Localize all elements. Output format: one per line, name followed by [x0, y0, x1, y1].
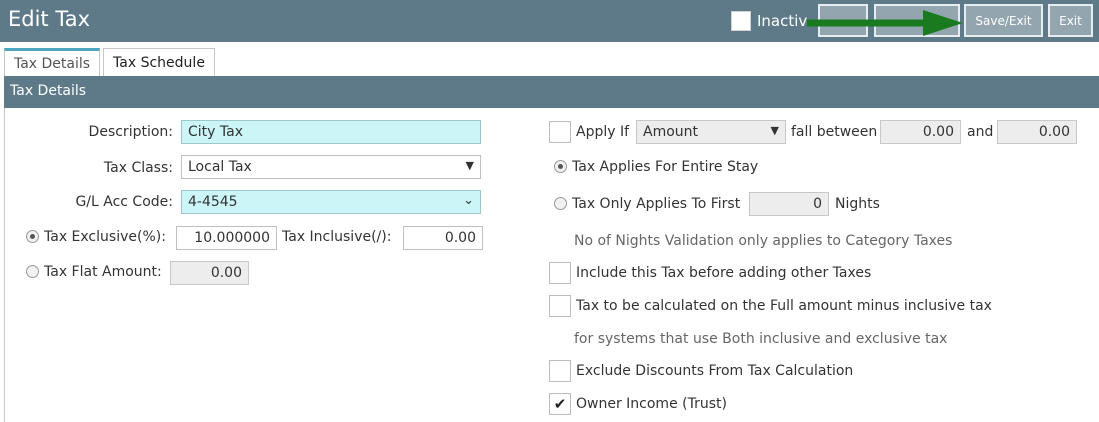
- caret-down-icon: ▼: [465, 159, 474, 172]
- tax-exclusive-input[interactable]: 10.000000: [176, 226, 277, 250]
- description-label: Description:: [88, 124, 173, 140]
- tax-class-label: Tax Class:: [103, 160, 173, 176]
- from-amount-input[interactable]: 0.00: [880, 120, 961, 144]
- full-amount-note: for systems that use Both inclusive and …: [574, 331, 948, 347]
- inactive-checkbox[interactable]: [731, 11, 751, 31]
- apply-if-select-value: Amount: [643, 124, 699, 140]
- tax-class-select[interactable]: Local Tax ▼: [181, 155, 481, 179]
- exit-button[interactable]: Exit: [1048, 4, 1093, 37]
- tax-exclusive-label: Tax Exclusive(%):: [44, 229, 166, 245]
- first-nights-label: Tax Only Applies To First: [572, 196, 741, 212]
- owner-income-checkbox[interactable]: ✔: [549, 393, 571, 415]
- title-bar: Edit Tax Inactiv Save/Exit Exit: [0, 0, 1099, 42]
- first-nights-input[interactable]: 0: [749, 192, 829, 216]
- toolbar-button-1[interactable]: [818, 4, 868, 37]
- first-nights-radio[interactable]: [554, 197, 567, 210]
- full-amount-checkbox[interactable]: [549, 295, 571, 317]
- entire-stay-label: Tax Applies For Entire Stay: [572, 159, 759, 175]
- apply-if-select[interactable]: Amount ▼: [636, 120, 786, 144]
- tax-inclusive-label: Tax Inclusive(/):: [282, 229, 392, 245]
- include-before-checkbox[interactable]: [549, 262, 571, 284]
- apply-if-label: Apply If: [576, 124, 630, 140]
- caret-down-icon: ▼: [770, 124, 779, 137]
- exclude-discounts-label: Exclude Discounts From Tax Calculation: [576, 363, 854, 379]
- section-header: Tax Details: [4, 76, 1099, 108]
- toolbar-button-2[interactable]: [874, 4, 960, 37]
- tax-class-value: Local Tax: [188, 159, 252, 175]
- gl-acc-code-label: G/L Acc Code:: [75, 194, 173, 210]
- tax-flat-amount-input[interactable]: 0.00: [170, 261, 249, 285]
- save-exit-button[interactable]: Save/Exit: [964, 4, 1043, 37]
- fall-between-label: fall between: [791, 124, 878, 140]
- exclude-discounts-checkbox[interactable]: [549, 360, 571, 382]
- nights-validation-note: No of Nights Validation only applies to …: [574, 233, 953, 249]
- tab-strip: Tax Details Tax Schedule: [0, 42, 1099, 76]
- and-label: and: [967, 124, 994, 140]
- chevron-down-icon: ⌄: [463, 193, 474, 208]
- gl-acc-code-value: 4-4545: [188, 194, 238, 210]
- to-amount-input[interactable]: 0.00: [997, 120, 1077, 144]
- tax-exclusive-radio[interactable]: [26, 230, 39, 243]
- tax-inclusive-input[interactable]: 0.00: [403, 226, 483, 250]
- gl-acc-code-select[interactable]: 4-4545 ⌄: [181, 190, 481, 214]
- owner-income-label: Owner Income (Trust): [576, 396, 727, 412]
- full-amount-label: Tax to be calculated on the Full amount …: [576, 298, 992, 314]
- inactive-label: Inactiv: [757, 12, 808, 30]
- checkmark-icon: ✔: [553, 395, 567, 413]
- tax-flat-amount-radio[interactable]: [26, 265, 39, 278]
- description-input[interactable]: City Tax: [181, 120, 481, 144]
- tab-tax-details[interactable]: Tax Details: [4, 48, 100, 76]
- include-before-label: Include this Tax before adding other Tax…: [576, 265, 872, 281]
- tax-flat-amount-label: Tax Flat Amount:: [44, 264, 162, 280]
- tab-tax-schedule[interactable]: Tax Schedule: [103, 48, 215, 76]
- apply-if-checkbox[interactable]: [549, 121, 571, 143]
- entire-stay-radio[interactable]: [554, 160, 567, 173]
- page-title: Edit Tax: [8, 7, 90, 31]
- nights-label: Nights: [835, 196, 880, 212]
